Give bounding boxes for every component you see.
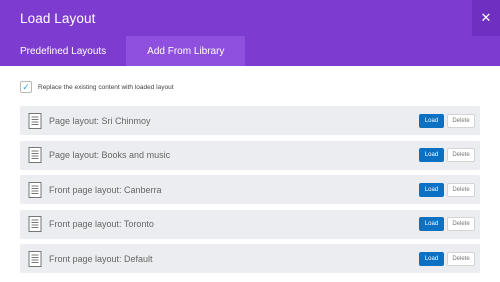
delete-button[interactable]: Delete — [447, 217, 475, 231]
layout-item[interactable]: Page layout: Sri Chinmoy Load Delete — [20, 106, 480, 135]
document-icon — [28, 181, 42, 198]
checkmark-icon: ✓ — [22, 81, 30, 92]
close-icon[interactable]: ✕ — [472, 0, 500, 36]
layout-item[interactable]: Front page layout: Toronto Load Delete — [20, 209, 480, 239]
document-icon — [28, 147, 42, 163]
load-button[interactable]: Load — [419, 217, 444, 231]
document-icon — [28, 216, 42, 232]
delete-button[interactable]: Delete — [447, 148, 475, 162]
layout-item[interactable]: Front page layout: Canberra Load Delete — [20, 175, 480, 204]
layout-name: Page layout: Sri Chinmoy — [49, 115, 151, 126]
load-button[interactable]: Load — [419, 113, 444, 128]
tab-add-from-library[interactable]: Add From Library — [126, 36, 246, 66]
modal-body: ✓ Replace the existing content with load… — [0, 66, 500, 279]
delete-button[interactable]: Delete — [447, 251, 475, 266]
replace-content-option: ✓ Replace the existing content with load… — [20, 80, 480, 94]
layout-name: Front page layout: Toronto — [49, 219, 154, 229]
delete-button[interactable]: Delete — [447, 113, 475, 128]
layout-item[interactable]: Page layout: Books and music Load Delete — [20, 140, 480, 170]
layout-name: Front page layout: Default — [49, 253, 153, 264]
document-icon — [28, 250, 42, 267]
replace-content-checkbox[interactable]: ✓ — [20, 81, 32, 93]
load-button[interactable]: Load — [419, 251, 444, 266]
tab-bar: Predefined Layouts Add From Library — [0, 36, 500, 66]
load-button[interactable]: Load — [419, 182, 444, 197]
layout-name: Page layout: Books and music — [49, 150, 171, 160]
layout-name: Front page layout: Canberra — [49, 184, 162, 195]
layout-list: Page layout: Sri Chinmoy Load Delete Pag… — [20, 106, 480, 279]
modal-title: Load Layout — [20, 10, 96, 26]
layout-item[interactable]: Front page layout: Default Load Delete — [20, 244, 480, 273]
load-button[interactable]: Load — [419, 148, 444, 162]
modal-header: Load Layout ✕ — [0, 0, 500, 36]
tab-predefined-layouts[interactable]: Predefined Layouts — [0, 36, 127, 66]
document-icon — [28, 112, 42, 129]
replace-content-label: Replace the existing content with loaded… — [38, 83, 174, 91]
delete-button[interactable]: Delete — [447, 182, 475, 197]
load-layout-modal: Load Layout ✕ Predefined Layouts Add Fro… — [0, 0, 500, 282]
